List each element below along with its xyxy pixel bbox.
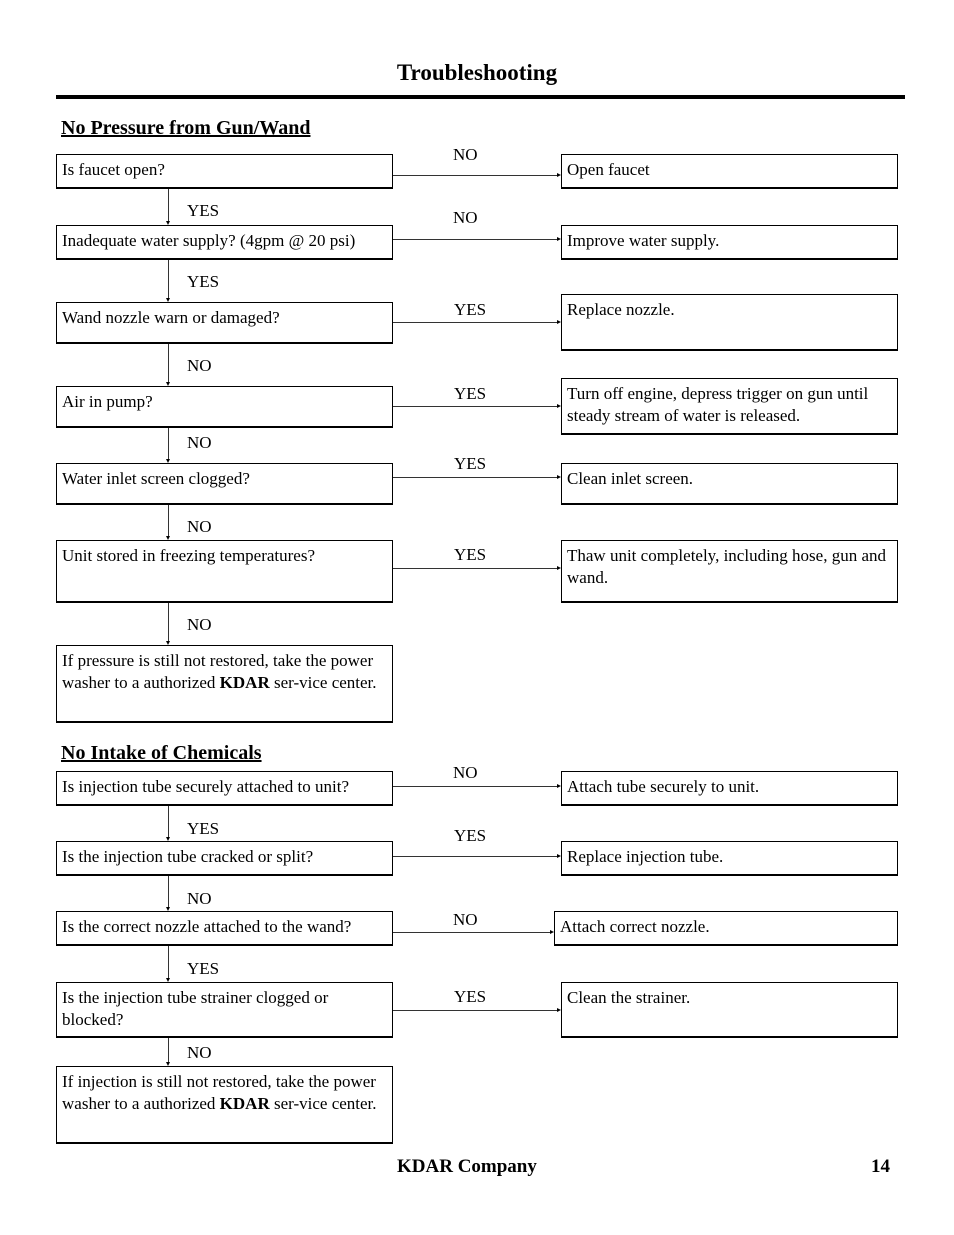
- branch-label: YES: [454, 384, 487, 403]
- question-box: Water inlet screen clogged?: [56, 463, 393, 505]
- branch-connector: [393, 856, 558, 857]
- arrow-right-icon: [557, 320, 561, 324]
- action-box: Attach tube securely to unit.: [561, 771, 898, 806]
- branch-connector: [393, 406, 558, 407]
- branch-label: YES: [454, 300, 487, 319]
- section-heading-no-pressure: No Pressure from Gun/Wand: [61, 117, 311, 139]
- final-box: If pressure is still not restored, take …: [56, 645, 393, 723]
- down-connector: [168, 260, 169, 299]
- arrow-right-icon: [550, 930, 554, 934]
- branch-label: YES: [454, 826, 487, 845]
- down-connector: [168, 946, 169, 979]
- branch-label: NO: [453, 208, 478, 227]
- arrow-right-icon: [557, 566, 561, 570]
- down-label: NO: [187, 433, 212, 452]
- branch-connector: [393, 239, 558, 240]
- question-box: Air in pump?: [56, 386, 393, 428]
- down-label: YES: [187, 819, 220, 838]
- branch-connector: [393, 932, 551, 933]
- down-label: NO: [187, 889, 212, 908]
- down-connector: [168, 876, 169, 908]
- action-box: Replace injection tube.: [561, 841, 898, 876]
- down-connector: [168, 806, 169, 838]
- section-heading-no-intake: No Intake of Chemicals: [61, 742, 262, 764]
- arrow-right-icon: [557, 784, 561, 788]
- down-label: NO: [187, 517, 212, 536]
- question-box: Wand nozzle warn or damaged?: [56, 302, 393, 344]
- question-box: Is the correct nozzle attached to the wa…: [56, 911, 393, 946]
- final-text-end: ser-vice center.: [269, 1094, 377, 1113]
- branch-connector: [393, 786, 558, 787]
- arrow-right-icon: [557, 404, 561, 408]
- action-box: Open faucet: [561, 154, 898, 189]
- page-title: Troubleshooting: [396, 60, 558, 85]
- branch-label: NO: [453, 910, 478, 929]
- arrow-right-icon: [557, 854, 561, 858]
- branch-label: NO: [453, 763, 478, 782]
- branch-label: YES: [454, 454, 487, 473]
- brand-name: KDAR: [219, 673, 270, 692]
- brand-name: KDAR: [219, 1094, 270, 1113]
- branch-connector: [393, 568, 558, 569]
- down-connector: [168, 505, 169, 537]
- down-connector: [168, 603, 169, 642]
- down-label: NO: [187, 356, 212, 375]
- action-box: Improve water supply.: [561, 225, 898, 260]
- footer-company: KDAR Company: [397, 1156, 537, 1177]
- branch-label: YES: [454, 987, 487, 1006]
- branch-label: YES: [454, 545, 487, 564]
- page-number: 14: [871, 1156, 890, 1177]
- arrow-right-icon: [557, 475, 561, 479]
- arrow-right-icon: [557, 237, 561, 241]
- branch-connector: [393, 175, 558, 176]
- action-box: Clean the strainer.: [561, 982, 898, 1038]
- question-box: Is injection tube securely attached to u…: [56, 771, 393, 806]
- action-box: Attach correct nozzle.: [554, 911, 898, 946]
- action-box: Clean inlet screen.: [561, 463, 898, 505]
- branch-connector: [393, 477, 558, 478]
- down-connector: [168, 428, 169, 460]
- question-box: Is the injection tube cracked or split?: [56, 841, 393, 876]
- down-label: NO: [187, 615, 212, 634]
- down-label: YES: [187, 959, 220, 978]
- question-box: Inadequate water supply? (4gpm @ 20 psi): [56, 225, 393, 260]
- question-box: Is faucet open?: [56, 154, 393, 189]
- action-box: Replace nozzle.: [561, 294, 898, 351]
- title-rule: [56, 95, 905, 99]
- question-box: Unit stored in freezing temperatures?: [56, 540, 393, 603]
- action-box: Turn off engine, depress trigger on gun …: [561, 378, 898, 435]
- down-label: NO: [187, 1043, 212, 1062]
- question-box: Is the injection tube strainer clogged o…: [56, 982, 393, 1038]
- down-connector: [168, 1038, 169, 1063]
- down-label: YES: [187, 201, 220, 220]
- arrow-right-icon: [557, 173, 561, 177]
- action-box: Thaw unit completely, including hose, gu…: [561, 540, 898, 603]
- final-text-end: ser-vice center.: [269, 673, 377, 692]
- branch-connector: [393, 1010, 558, 1011]
- down-connector: [168, 344, 169, 383]
- down-connector: [168, 189, 169, 222]
- branch-label: NO: [453, 145, 478, 164]
- final-box: If injection is still not restored, take…: [56, 1066, 393, 1144]
- down-label: YES: [187, 272, 220, 291]
- branch-connector: [393, 322, 558, 323]
- arrow-right-icon: [557, 1008, 561, 1012]
